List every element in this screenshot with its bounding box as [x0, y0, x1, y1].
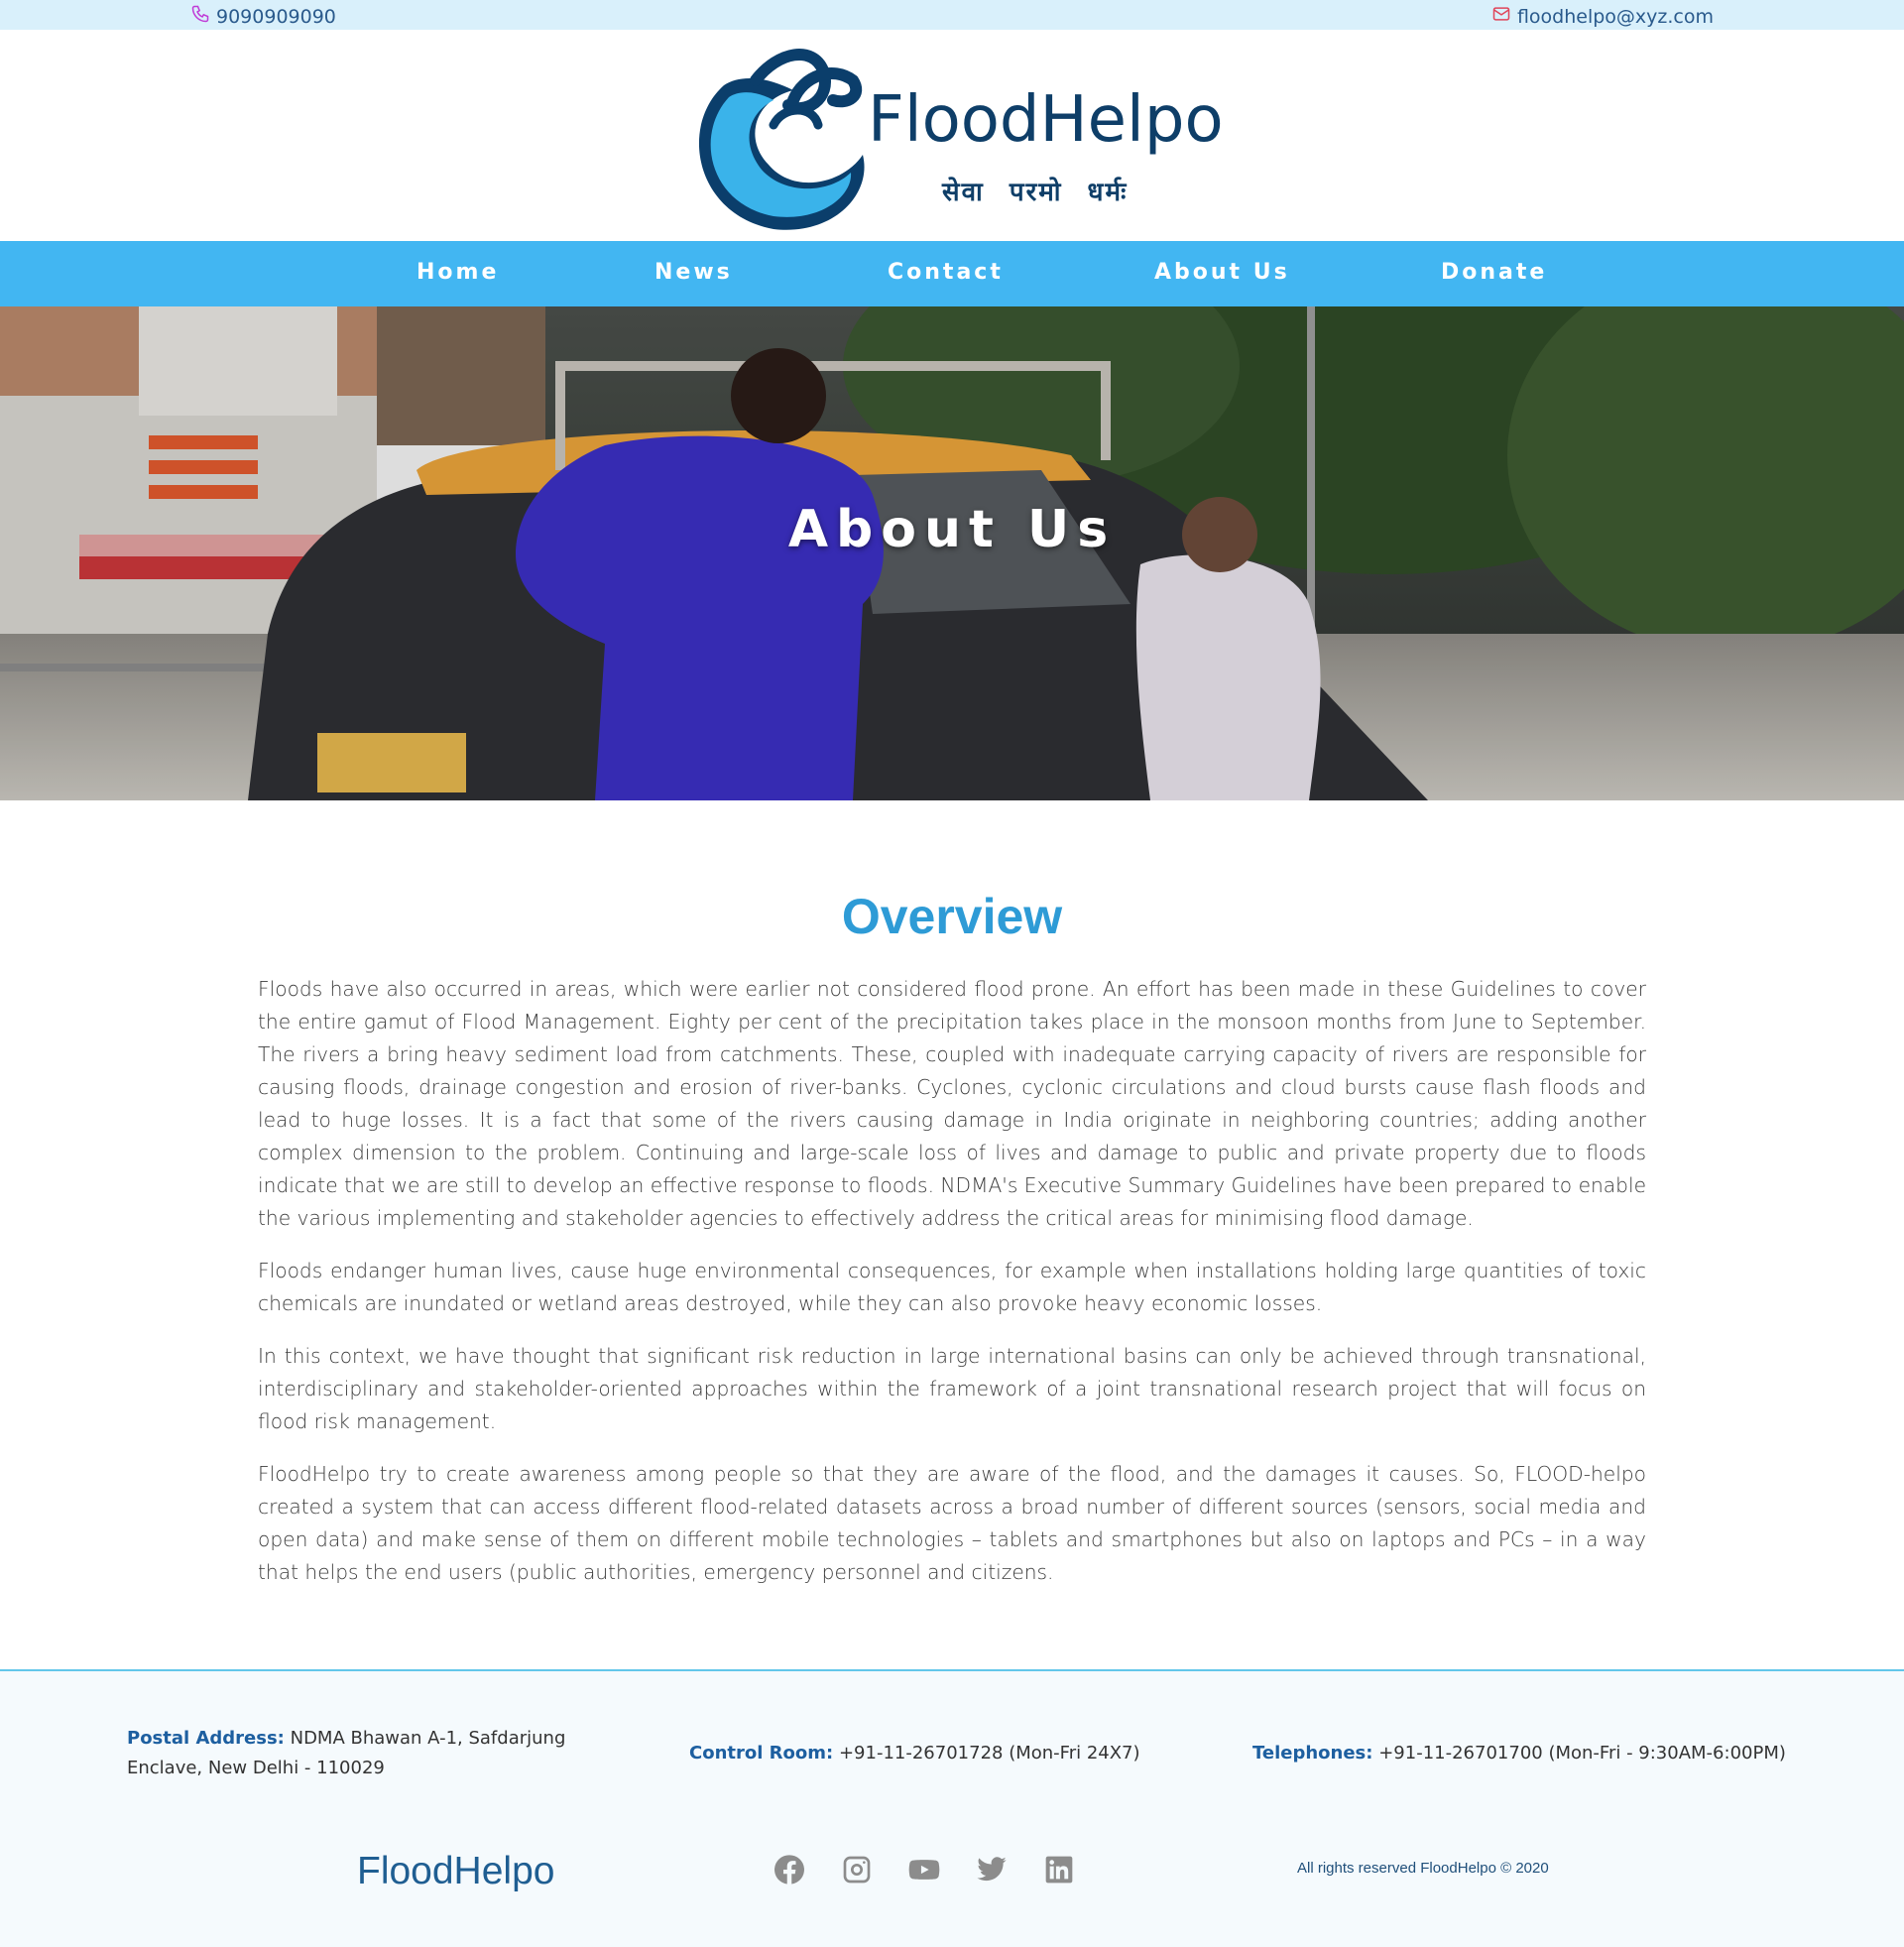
telephones-label: Telephones: — [1252, 1743, 1373, 1764]
facebook-icon[interactable] — [774, 1854, 805, 1886]
nav-donate[interactable]: Donate — [1441, 260, 1547, 285]
youtube-icon[interactable] — [908, 1854, 940, 1886]
overview-paragraph: Floods have also occurred in areas, whic… — [258, 977, 1646, 1230]
overview-paragraph: Floods endanger human lives, cause huge … — [258, 1259, 1646, 1315]
nav-about-us[interactable]: About Us — [1154, 260, 1290, 285]
mail-icon — [1491, 4, 1511, 29]
nav-contact[interactable]: Contact — [888, 260, 1004, 285]
copyright-text: All rights reserved FloodHelpo © 2020 — [1297, 1860, 1549, 1877]
postal-address-label: Postal Address: — [127, 1728, 285, 1749]
phone-number: 9090909090 — [216, 5, 336, 28]
email-contact[interactable]: floodhelpo@xyz.com — [1491, 4, 1714, 29]
overview-title: Overview — [841, 889, 1063, 944]
postal-address: Postal Address: NDMA Bhawan A-1, Safdarj… — [127, 1724, 643, 1783]
wave-logo-icon — [698, 49, 865, 230]
logo-header: FloodHelpo सेवा परमो धर्मः — [0, 30, 1904, 241]
logo-tagline: सेवा परमो धर्मः — [942, 178, 1129, 207]
footer-brand[interactable]: FloodHelpo — [357, 1850, 554, 1893]
nav-news[interactable]: News — [654, 260, 733, 285]
social-links — [774, 1854, 1075, 1886]
overview-paragraph: FloodHelpo try to create awareness among… — [258, 1462, 1646, 1584]
control-room-value: +91-11-26701728 (Mon-Fri 24X7) — [838, 1743, 1140, 1764]
main-nav: Home News Contact About Us Donate — [0, 241, 1904, 306]
telephones-value: +91-11-26701700 (Mon-Fri - 9:30AM-6:00PM… — [1378, 1743, 1786, 1764]
overview-section: Overview Floods have also occurred in ar… — [258, 888, 1646, 1609]
linkedin-icon[interactable] — [1043, 1854, 1075, 1886]
logo-wordmark: FloodHelpo — [868, 83, 1224, 157]
phone-contact[interactable]: 9090909090 — [190, 4, 336, 29]
twitter-icon[interactable] — [976, 1854, 1008, 1886]
telephones: Telephones: +91-11-26701700 (Mon-Fri - 9… — [1252, 1739, 1808, 1768]
site-logo[interactable]: FloodHelpo सेवा परमो धर्मः — [684, 46, 1240, 234]
nav-home[interactable]: Home — [416, 260, 499, 285]
overview-paragraph: In this context, we have thought that si… — [258, 1344, 1646, 1433]
email-address: floodhelpo@xyz.com — [1516, 5, 1714, 28]
site-footer: Postal Address: NDMA Bhawan A-1, Safdarj… — [0, 1669, 1904, 1947]
top-contact-bar: 9090909090 floodhelpo@xyz.com — [0, 0, 1904, 30]
hero-banner: About Us — [0, 306, 1904, 800]
control-room-label: Control Room: — [689, 1743, 834, 1764]
control-room: Control Room: +91-11-26701728 (Mon-Fri 2… — [689, 1739, 1185, 1768]
phone-icon — [190, 4, 210, 29]
hero-title: About Us — [787, 500, 1117, 559]
instagram-icon[interactable] — [841, 1854, 873, 1886]
